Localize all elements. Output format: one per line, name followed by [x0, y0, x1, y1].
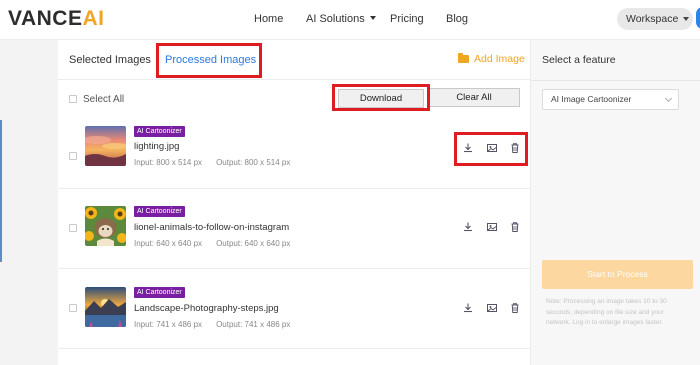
image-list-panel: Selected Images Processed Images Add Ima… [58, 40, 530, 365]
nav-home[interactable]: Home [254, 12, 283, 26]
feature-badge: AI Cartoonizer [134, 287, 185, 298]
output-size: Output: 800 x 514 px [216, 158, 291, 167]
thumbnail-mountain-lake-sunset [85, 287, 126, 327]
add-image-label: Add Image [474, 53, 525, 65]
logo-text-vance: VANCE [8, 7, 83, 30]
row-checkbox[interactable] [69, 152, 77, 160]
chevron-down-icon [369, 16, 376, 20]
file-name: lighting.jpg [134, 141, 180, 152]
add-image-button[interactable]: Add Image [458, 52, 525, 66]
output-size: Output: 640 x 640 px [216, 239, 291, 248]
workspace-button[interactable]: Workspace [617, 8, 693, 30]
nav-blog[interactable]: Blog [446, 12, 468, 26]
tabs-row: Selected Images Processed Images Add Ima… [58, 40, 530, 80]
nav-ai-solutions-label: AI Solutions [306, 13, 365, 25]
top-nav-bar: VANCEAI Home AI Solutions Pricing Blog W… [0, 0, 700, 40]
feature-panel-title: Select a feature [542, 54, 616, 66]
select-all-label: Select All [83, 94, 125, 105]
download-icon[interactable] [462, 221, 474, 233]
image-row: AI Cartoonizer Landscape-Photography-ste… [58, 268, 530, 348]
row-checkbox[interactable] [69, 304, 77, 312]
feature-select-dropdown[interactable]: AI Image Cartoonizer [542, 89, 679, 110]
thumbnail-sunset-clouds [85, 126, 126, 166]
input-size: Input: 741 x 486 px [134, 320, 203, 329]
file-name: Landscape-Photography-steps.jpg [134, 303, 279, 314]
feature-badge: AI Cartoonizer [134, 126, 185, 137]
chevron-down-icon [683, 17, 690, 21]
feature-badge: AI Cartoonizer [134, 206, 185, 217]
tab-selected-images[interactable]: Selected Images [69, 53, 151, 67]
panel-divider [531, 80, 700, 81]
file-name: lionel-animals-to-follow-on-instagram [134, 222, 290, 233]
row-checkbox[interactable] [69, 224, 77, 232]
download-icon[interactable] [462, 302, 474, 314]
left-accent-bar [0, 120, 2, 262]
nav-pricing[interactable]: Pricing [390, 12, 424, 26]
feature-select-value: AI Image Cartoonizer [551, 94, 632, 104]
input-size: Input: 640 x 640 px [134, 239, 203, 248]
user-avatar-icon[interactable] [696, 7, 700, 29]
feature-panel: Select a feature AI Image Cartoonizer St… [530, 40, 700, 365]
output-size: Output: 741 x 486 px [216, 320, 291, 329]
row-actions [462, 221, 522, 235]
start-process-button[interactable]: Start to Process [542, 260, 693, 289]
nav-ai-solutions[interactable]: AI Solutions [306, 12, 376, 26]
processing-note: Note: Processing an image takes 10 to 30… [546, 298, 667, 326]
left-gutter [0, 40, 58, 365]
workspace-label: Workspace [626, 13, 679, 25]
folder-icon [458, 53, 469, 63]
select-all-checkbox[interactable] [69, 95, 77, 103]
image-row: AI Cartoonizer lionel-animals-to-follow-… [58, 188, 530, 268]
highlight-box-download [332, 84, 430, 111]
select-all-control[interactable]: Select All [69, 94, 124, 106]
highlight-box-row-actions [454, 132, 528, 166]
image-dimensions: Input: 640 x 640 px Output: 640 x 640 px [134, 239, 290, 249]
image-dimensions: Input: 800 x 514 px Output: 800 x 514 px [134, 158, 290, 168]
highlight-box-processed-tab [156, 43, 262, 78]
input-size: Input: 800 x 514 px [134, 158, 203, 167]
thumbnail-hedgehog-sunflowers [85, 206, 126, 246]
logo-text-ai: AI [82, 7, 105, 30]
image-dimensions: Input: 741 x 486 px Output: 741 x 486 px [134, 320, 290, 330]
row-divider [58, 348, 530, 349]
delete-icon[interactable] [509, 302, 521, 314]
clear-all-button[interactable]: Clear All [428, 88, 520, 107]
row-actions [462, 302, 522, 316]
chevron-down-icon [664, 94, 673, 103]
delete-icon[interactable] [509, 221, 521, 233]
compare-icon[interactable] [486, 302, 498, 314]
compare-icon[interactable] [486, 221, 498, 233]
vanceai-logo[interactable]: VANCEAI [8, 7, 104, 31]
